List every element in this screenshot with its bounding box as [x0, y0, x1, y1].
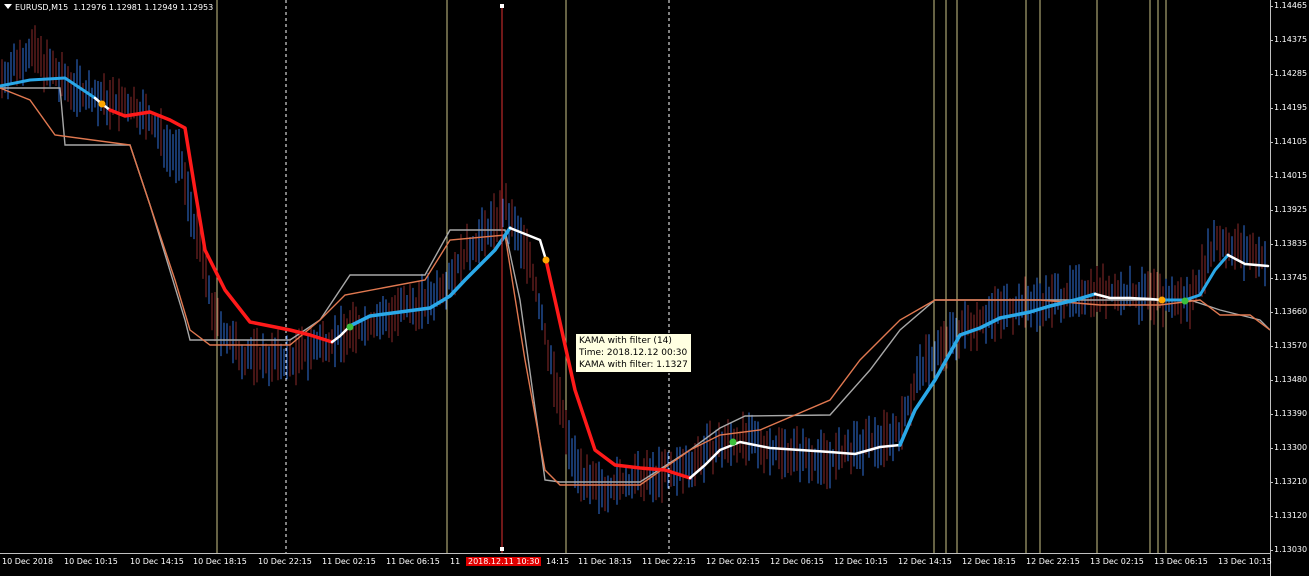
time-tick-label: 12 Dec 02:15 — [706, 557, 760, 566]
price-tick-label: 1.13210 — [1269, 477, 1308, 486]
time-tick-label: 10 Dec 14:15 — [130, 557, 184, 566]
signal-dot — [1181, 297, 1189, 305]
time-tick-label: 13 Dec 02:15 — [1090, 557, 1144, 566]
signal-dot — [98, 100, 106, 108]
time-tick-label: 11 Dec 22:15 — [642, 557, 696, 566]
indicator-tooltip: KAMA with filter (14) Time: 2018.12.12 0… — [575, 333, 692, 373]
price-tick-label: 1.13390 — [1269, 409, 1308, 418]
time-tick-label: 10 Dec 18:15 — [193, 557, 247, 566]
price-tick-label: 1.13120 — [1269, 511, 1308, 520]
signal-dot — [542, 256, 550, 264]
time-axis[interactable]: 10 Dec 2018 10 Dec 10:15 10 Dec 14:15 10 De… — [0, 553, 1272, 576]
time-tick-label: 12 Dec 18:15 — [962, 557, 1016, 566]
price-tick-label: 1.14465 — [1269, 1, 1308, 10]
chart-area[interactable] — [0, 0, 1270, 553]
time-tick-label: 13 Dec 10:15 — [1218, 557, 1272, 566]
price-tick-label: 1.13300 — [1269, 443, 1308, 452]
time-tick-label: 11 Dec 06:15 — [386, 557, 440, 566]
signal-dot — [729, 438, 737, 446]
time-tick-label: 12 Dec 22:15 — [1026, 557, 1080, 566]
price-tick-label: 1.14195 — [1269, 103, 1308, 112]
time-tick-label: 14:15 — [546, 557, 570, 566]
time-tick-label: 12 Dec 14:15 — [898, 557, 952, 566]
time-tick-label: 12 Dec 06:15 — [770, 557, 824, 566]
price-tick-label: 1.14285 — [1269, 69, 1308, 78]
crosshair-handle-top — [500, 4, 504, 8]
crosshair-handle-bottom — [500, 547, 504, 551]
price-tick-label: 1.14105 — [1269, 137, 1308, 146]
kama-line-segment — [1093, 292, 1165, 302]
price-tick-label: 1.14375 — [1269, 35, 1308, 44]
time-tick-label: 11 — [450, 557, 461, 566]
ohlc-values: 1.12976 1.12981 1.12949 1.12953 — [73, 3, 214, 12]
signal-dot — [1158, 296, 1166, 304]
tooltip-value: KAMA with filter: 1.1327 — [579, 360, 688, 370]
kama-line-segment — [348, 226, 512, 328]
time-tick-label: 10 Dec 22:15 — [258, 557, 312, 566]
time-tick-label: 12 Dec 10:15 — [834, 557, 888, 566]
chevron-down-icon[interactable] — [4, 4, 12, 9]
price-tick-label: 1.14015 — [1269, 171, 1308, 180]
time-tick-label: 11 Dec 18:15 — [578, 557, 632, 566]
price-tick-label: 1.13835 — [1269, 239, 1308, 248]
symbol-label: EURUSD,M15 — [15, 3, 69, 12]
kama-line-segment — [108, 108, 334, 344]
time-tick-label: 10 Dec 2018 — [2, 557, 54, 566]
price-tick-label: 1.13660 — [1269, 307, 1308, 316]
time-tick-label: 13 Dec 06:15 — [1154, 557, 1208, 566]
price-tick-label: 1.13570 — [1269, 341, 1308, 350]
time-tick-label: 11 Dec 02:15 — [322, 557, 376, 566]
tooltip-title: KAMA with filter (14) — [579, 336, 672, 346]
crosshair-time-label: 2018.12.11 10:30 — [466, 557, 542, 566]
time-tick-label: 10 Dec 10:15 — [64, 557, 118, 566]
price-tick-label: 1.13925 — [1269, 205, 1308, 214]
tooltip-time: Time: 2018.12.12 00:30 — [579, 348, 688, 358]
price-tick-label: 1.13030 — [1269, 545, 1308, 554]
price-tick-label: 1.13480 — [1269, 375, 1308, 384]
price-tick-label: 1.13745 — [1269, 273, 1308, 282]
price-chart[interactable] — [0, 0, 1270, 553]
symbol-header: EURUSD,M15 1.12976 1.12981 1.12949 1.129… — [4, 3, 213, 12]
price-axis[interactable]: 1.14465 1.14375 1.14285 1.14195 1.14105 1.140… — [1269, 0, 1309, 576]
signal-dot — [346, 323, 354, 331]
